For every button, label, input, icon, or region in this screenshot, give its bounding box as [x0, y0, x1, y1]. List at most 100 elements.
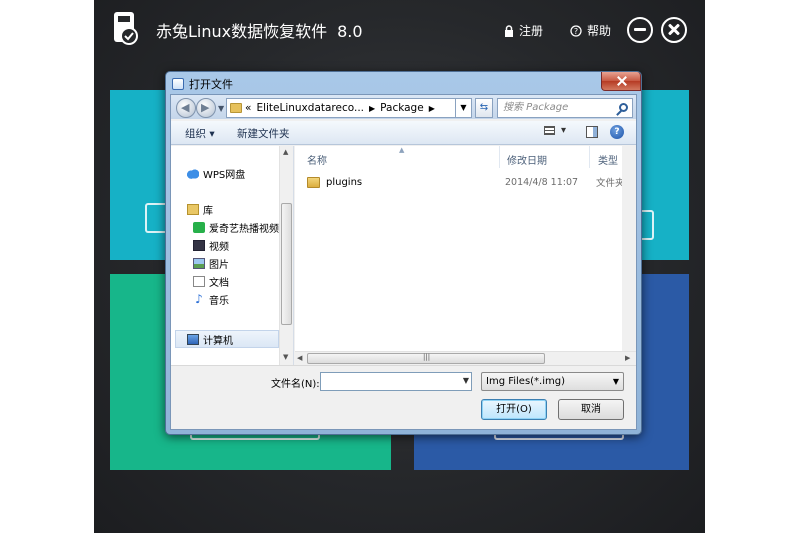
back-arrow-icon: ◀ — [181, 101, 190, 114]
dialog-title: 打开文件 — [189, 78, 233, 91]
nav-scrollbar-thumb[interactable] — [281, 203, 292, 325]
document-icon — [193, 276, 205, 287]
open-file-dialog: 打开文件 ◀ ▶ ▼ « EliteLinuxdatareco... ▶ Pac… — [165, 71, 642, 435]
address-row: ◀ ▶ ▼ « EliteLinuxdatareco... ▶ Package … — [171, 95, 636, 119]
file-horizontal-scrollbar[interactable]: ◀ ||| ▶ — [295, 351, 636, 365]
register-label: 注册 — [519, 24, 544, 38]
filename-label: 文件名(N): — [271, 379, 320, 390]
new-folder-button[interactable]: 新建文件夹 — [237, 126, 290, 141]
address-segment[interactable]: EliteLinuxdatareco... — [256, 102, 364, 114]
nav-item-pictures[interactable]: 图片 — [193, 256, 229, 271]
app-titlebar: 赤兔Linux数据恢复软件 8.0 注册 ? 帮助 — [94, 0, 705, 62]
search-icon — [619, 103, 628, 112]
help-link[interactable]: ? 帮助 — [570, 22, 611, 39]
dialog-titlebar: 打开文件 — [172, 75, 233, 93]
nav-item-computer[interactable]: 计算机 — [187, 332, 233, 347]
scroll-right-icon[interactable]: ▶ — [625, 354, 630, 362]
iqiyi-icon — [193, 222, 205, 233]
nav-item-library[interactable]: 库 — [187, 202, 213, 217]
nav-scrollbar[interactable]: ▲ ▼ — [279, 146, 293, 365]
address-prefix[interactable]: « — [245, 102, 251, 114]
question-circle-icon: ? — [570, 24, 582, 37]
refresh-button[interactable]: ⇆ — [475, 98, 493, 118]
recent-locations-dropdown-icon[interactable]: ▼ — [218, 104, 224, 113]
computer-icon — [187, 334, 199, 345]
address-dropdown-button[interactable]: ▼ — [456, 98, 472, 118]
dialog-title-icon — [172, 78, 184, 90]
view-options-button[interactable]: ▾ — [544, 125, 574, 141]
app-title-text: 赤兔Linux数据恢复软件 — [156, 22, 328, 41]
search-placeholder: 搜索 Package — [503, 102, 569, 113]
app-logo-icon — [114, 12, 138, 45]
scroll-down-icon[interactable]: ▼ — [283, 353, 288, 361]
column-divider[interactable] — [499, 146, 500, 168]
column-header-name[interactable]: 名称 — [307, 152, 327, 167]
folder-icon — [307, 176, 320, 188]
library-icon — [187, 204, 199, 215]
dialog-close-button[interactable] — [601, 72, 641, 91]
register-link[interactable]: 注册 — [504, 22, 543, 39]
dialog-bottom-area: 文件名(N): ▼ Img Files(*.img) ▼ 打开(O) 取消 — [171, 365, 636, 429]
filetype-select[interactable]: Img Files(*.img) ▼ — [481, 372, 624, 391]
file-scrollbar-thumb[interactable]: ||| — [307, 353, 545, 364]
nav-item-documents[interactable]: 文档 — [193, 274, 229, 289]
cancel-button[interactable]: 取消 — [558, 399, 624, 420]
filetype-value: Img Files(*.img) — [486, 376, 566, 387]
open-button[interactable]: 打开(O) — [481, 399, 547, 420]
filename-input[interactable]: ▼ — [320, 372, 472, 391]
close-button[interactable] — [661, 17, 687, 43]
nav-item-label: WPS网盘 — [203, 170, 246, 181]
cloud-icon — [187, 168, 199, 179]
forward-arrow-icon: ▶ — [201, 101, 210, 114]
dialog-body: ◀ ▶ ▼ « EliteLinuxdatareco... ▶ Package … — [170, 94, 637, 430]
view-list-icon — [544, 125, 555, 135]
folder-icon — [230, 103, 242, 113]
grip-icon: ||| — [423, 353, 431, 361]
lock-icon — [505, 24, 513, 37]
file-date: 2014/4/8 11:07 — [505, 176, 579, 188]
forward-button[interactable]: ▶ — [196, 98, 216, 118]
file-vertical-scrollbar[interactable] — [622, 146, 636, 351]
nav-item-label: 计算机 — [203, 336, 233, 347]
sort-up-icon: ▲ — [399, 146, 405, 154]
app-version: 8.0 — [337, 22, 363, 41]
svg-text:?: ? — [574, 27, 578, 36]
scroll-left-icon[interactable]: ◀ — [297, 354, 302, 362]
column-header-type[interactable]: 类型 — [598, 152, 618, 167]
help-label: 帮助 — [587, 24, 612, 38]
breadcrumb-arrow-icon[interactable]: ▶ — [429, 104, 435, 113]
breadcrumb-arrow-icon[interactable]: ▶ — [369, 104, 375, 113]
file-type: 文件夹 — [596, 178, 625, 189]
column-header-date[interactable]: 修改日期 — [507, 152, 547, 167]
organize-button[interactable]: 组织 ▾ — [185, 126, 215, 141]
dialog-toolbar: 组织 ▾ 新建文件夹 ▾ ? — [171, 121, 636, 145]
file-row[interactable]: plugins 2014/4/8 11:07 文件夹 — [307, 173, 632, 191]
refresh-icon: ⇆ — [479, 102, 489, 113]
file-name: plugins — [326, 176, 363, 188]
nav-item-music[interactable]: ♪ 音乐 — [193, 292, 229, 307]
nav-item-video[interactable]: 视频 — [193, 238, 229, 253]
address-segment[interactable]: Package — [380, 102, 424, 114]
column-divider[interactable] — [589, 146, 590, 168]
address-bar[interactable]: « EliteLinuxdatareco... ▶ Package ▶ — [226, 98, 456, 118]
back-button[interactable]: ◀ — [176, 98, 196, 118]
picture-icon — [193, 258, 205, 269]
file-list-pane: ▲ 名称 修改日期 类型 plugins 2014/4/8 11:07 文件夹 … — [295, 146, 636, 365]
app-title: 赤兔Linux数据恢复软件 8.0 — [156, 18, 363, 42]
screen: 赤兔Linux数据恢复软件 8.0 注册 ? 帮助 打开文件 ◀ ▶ ▼ « E… — [0, 0, 800, 533]
scroll-up-icon[interactable]: ▲ — [283, 148, 288, 156]
search-input[interactable]: 搜索 Package — [497, 98, 633, 118]
navigation-pane: WPS网盘 库 爱奇艺热播视频 视频 图片 文档 ♪ 音乐 计算机 ▲ ▼ — [171, 146, 294, 365]
preview-pane-button[interactable] — [586, 126, 598, 138]
nav-item-label: 音乐 — [209, 296, 229, 307]
nav-item-label: 文档 — [209, 278, 229, 289]
minimize-button[interactable] — [627, 17, 653, 43]
help-icon[interactable]: ? — [610, 125, 624, 139]
nav-item-label: 视频 — [209, 242, 229, 253]
nav-item-iqiyi[interactable]: 爱奇艺热播视频 — [193, 220, 279, 235]
nav-item-label: 库 — [203, 206, 213, 217]
nav-item-wps[interactable]: WPS网盘 — [187, 166, 245, 181]
chevron-down-icon[interactable]: ▼ — [613, 373, 619, 390]
nav-item-label: 图片 — [209, 260, 229, 271]
chevron-down-icon[interactable]: ▼ — [463, 376, 469, 385]
